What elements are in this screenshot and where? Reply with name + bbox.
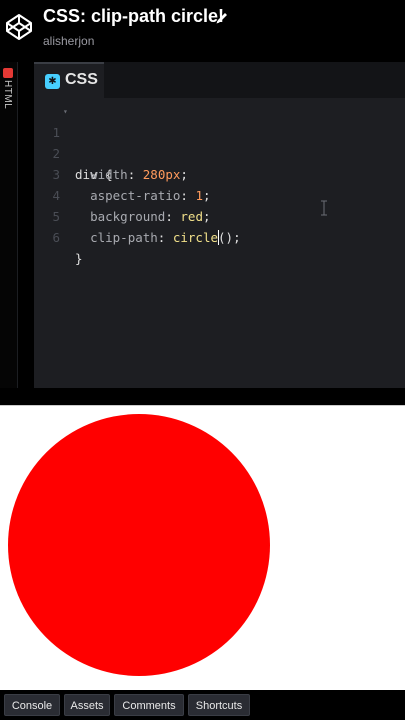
code-line: 1 ▾ div { [34,101,405,182]
css-closing-brace: } [75,251,83,266]
html-panel-label: HTML [2,80,13,110]
pen-title[interactable]: CSS: clip-path circle! [43,6,224,27]
css-icon: ✱ [45,74,60,89]
bottom-bar: Console Assets Comments Shortcuts [0,690,405,720]
code-line: 4 background: red; [34,164,405,224]
header: CSS: clip-path circle! alisherjon [0,0,405,62]
result-preview[interactable] [0,405,405,691]
css-function: circle [172,230,219,245]
code-line: 6 } [34,206,405,266]
code-line: 3 aspect-ratio: 1; [34,143,405,203]
assets-button[interactable]: Assets [64,694,110,716]
red-circle [8,414,270,676]
author-link[interactable]: alisherjon [43,34,94,48]
pencil-icon[interactable] [214,10,230,26]
tab-css[interactable]: ✱ CSS [34,62,104,98]
code-line: 5 clip-path: circle(); [34,185,405,245]
codepen-logo-icon[interactable] [4,12,34,42]
code-line: 2 width: 280px; [34,122,405,182]
tab-css-label: CSS [65,71,98,88]
panel-gutter [18,62,34,388]
css-property: clip-path [90,230,158,245]
editor-tabbar: ✱ CSS [34,62,405,98]
divider [0,388,405,405]
line-number: 6 [52,230,60,245]
html-icon [3,68,13,78]
console-button[interactable]: Console [4,694,60,716]
fold-arrow-icon[interactable]: ▾ [63,101,68,122]
shortcuts-button[interactable]: Shortcuts [188,694,250,716]
code-area[interactable]: 1 ▾ div { 2 width: 280px; 3 aspect-ratio… [34,98,405,388]
mouse-cursor-icon [321,200,327,216]
css-editor[interactable]: ✱ CSS 1 ▾ div { 2 width: 280px; 3 aspect… [34,62,405,388]
html-panel-collapsed[interactable]: HTML [0,62,18,388]
comments-button[interactable]: Comments [114,694,184,716]
